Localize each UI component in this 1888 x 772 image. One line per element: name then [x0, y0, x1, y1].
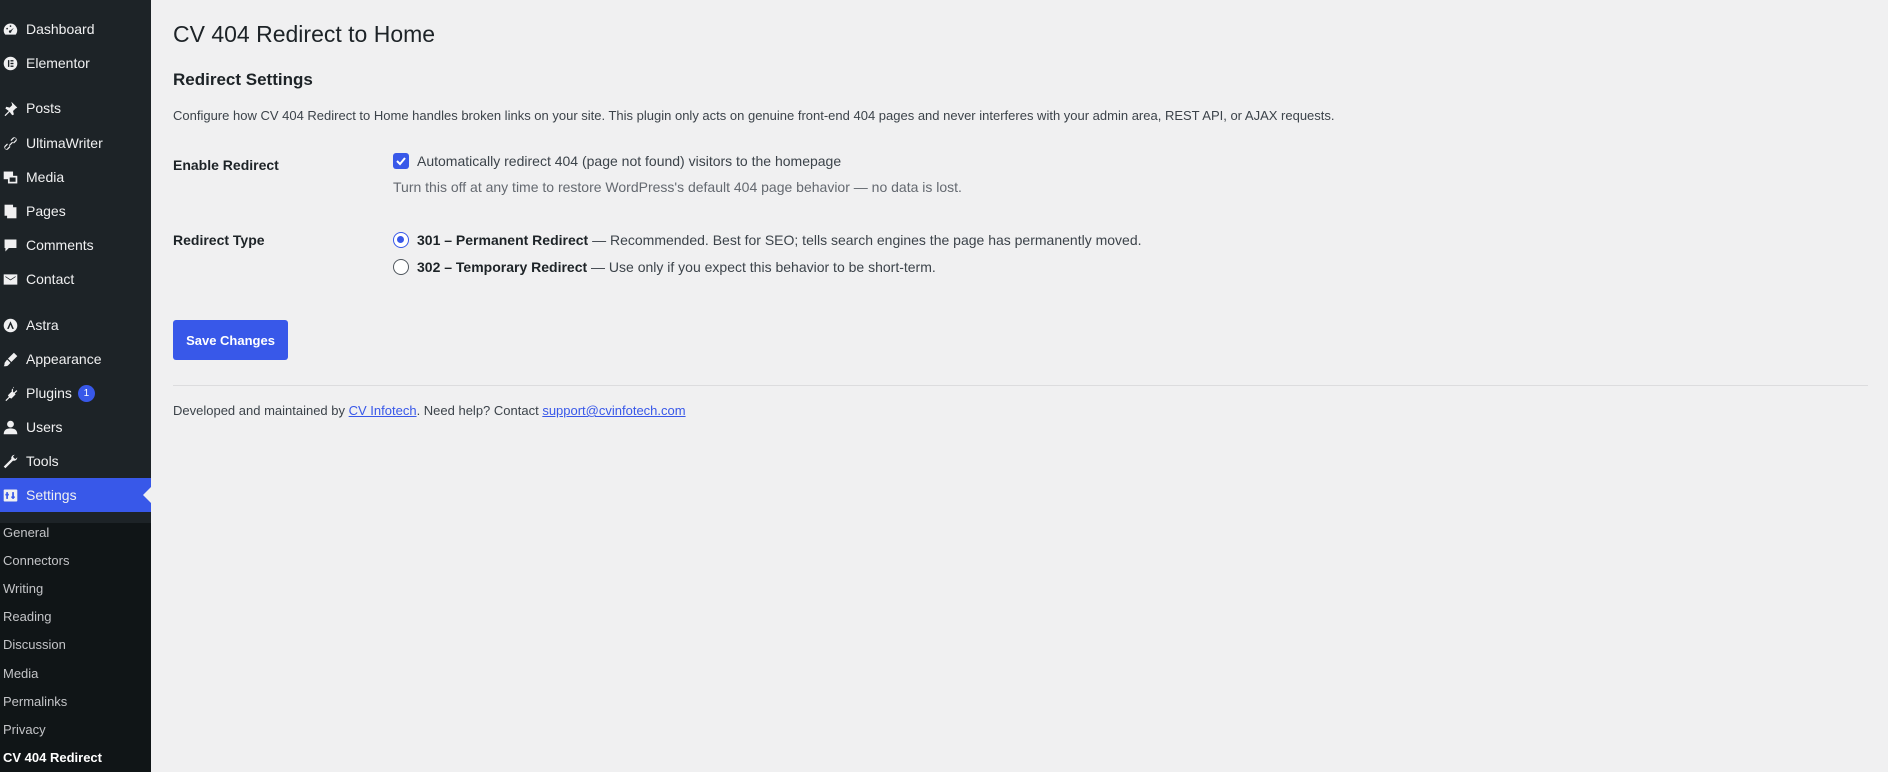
enable-redirect-checkbox-label[interactable]: Automatically redirect 404 (page not fou…	[417, 153, 841, 169]
submenu-item-general[interactable]: General	[3, 525, 49, 540]
admin-sidebar: Dashboard Elementor Posts UltimaWriter M…	[0, 0, 151, 772]
redirect-option-302: 302 – Temporary Redirect — Use only if y…	[393, 259, 936, 275]
pin-icon	[0, 91, 26, 125]
submenu-item-discussion[interactable]: Discussion	[3, 637, 66, 652]
save-changes-button[interactable]: Save Changes	[173, 320, 288, 360]
settings-submenu: General Connectors Writing Reading Discu…	[0, 523, 151, 772]
page-title: CV 404 Redirect to Home	[173, 21, 436, 47]
enable-redirect-checkbox[interactable]	[393, 153, 409, 169]
sidebar-item-dashboard[interactable]: Dashboard	[0, 12, 151, 46]
submenu-item-writing[interactable]: Writing	[3, 581, 43, 596]
footer-prefix: Developed and maintained by	[173, 403, 349, 418]
redirect-302-label[interactable]: 302 – Temporary Redirect — Use only if y…	[417, 259, 936, 275]
sidebar-item-label: Comments	[26, 237, 94, 253]
sidebar-item-label: Elementor	[26, 55, 90, 71]
sidebar-item-label: Users	[26, 419, 63, 435]
link-icon	[0, 126, 26, 160]
sidebar-item-label: Contact	[26, 271, 75, 287]
submenu-item-cv-404-redirect[interactable]: CV 404 Redirect	[3, 750, 102, 765]
enable-redirect-description: Turn this off at any time to restore Wor…	[393, 179, 962, 195]
sidebar-item-elementor[interactable]: Elementor	[0, 46, 151, 80]
intro-description: Configure how CV 404 Redirect to Home ha…	[173, 108, 1335, 123]
submenu-item-permalinks[interactable]: Permalinks	[3, 694, 67, 709]
sidebar-item-label: Appearance	[26, 351, 102, 367]
redirect-option-301: 301 – Permanent Redirect — Recommended. …	[393, 232, 1142, 248]
sidebar-item-media[interactable]: Media	[0, 160, 151, 194]
redirect-302-radio[interactable]	[393, 259, 409, 275]
sidebar-item-appearance[interactable]: Appearance	[0, 342, 151, 376]
checkmark-icon	[396, 157, 406, 166]
sidebar-item-label: UltimaWriter	[26, 135, 103, 151]
sidebar-item-posts[interactable]: Posts	[0, 91, 151, 125]
media-icon	[0, 160, 26, 194]
support-email-link[interactable]: support@cvinfotech.com	[542, 403, 685, 418]
sidebar-item-label: Settings	[26, 487, 77, 503]
pages-icon	[0, 194, 26, 228]
sidebar-item-settings[interactable]: Settings	[0, 478, 151, 512]
sidebar-item-astra[interactable]: Astra	[0, 308, 151, 342]
company-link[interactable]: CV Infotech	[349, 403, 417, 418]
settings-icon	[0, 478, 26, 512]
wrench-icon	[0, 444, 26, 478]
sidebar-item-comments[interactable]: Comments	[0, 228, 151, 262]
redirect-302-title: 302 – Temporary Redirect	[417, 259, 588, 275]
elementor-icon	[0, 46, 26, 80]
sidebar-item-contact[interactable]: Contact	[0, 262, 151, 296]
enable-redirect-field: Automatically redirect 404 (page not fou…	[393, 153, 841, 169]
user-icon	[0, 410, 26, 444]
sidebar-item-label: Tools	[26, 453, 59, 469]
redirect-301-description: — Recommended. Best for SEO; tells searc…	[588, 232, 1142, 248]
sidebar-item-users[interactable]: Users	[0, 410, 151, 444]
redirect-301-radio[interactable]	[393, 232, 409, 248]
brush-icon	[0, 342, 26, 376]
sidebar-item-ultimawriter[interactable]: UltimaWriter	[0, 126, 151, 160]
sidebar-item-label: Pages	[26, 203, 66, 219]
mail-icon	[0, 262, 26, 296]
sidebar-item-label: Dashboard	[26, 21, 95, 37]
sidebar-item-label: Astra	[26, 317, 59, 333]
sidebar-item-pages[interactable]: Pages	[0, 194, 151, 228]
redirect-302-description: — Use only if you expect this behavior t…	[587, 259, 936, 275]
astra-icon	[0, 308, 26, 342]
footer-middle: . Need help? Contact	[416, 403, 543, 418]
redirect-301-label[interactable]: 301 – Permanent Redirect — Recommended. …	[417, 232, 1142, 248]
comment-icon	[0, 228, 26, 262]
plugin-icon	[0, 376, 26, 410]
sidebar-item-label: Plugins	[26, 385, 72, 401]
sidebar-item-plugins[interactable]: Plugins 1	[0, 376, 151, 410]
submenu-item-privacy[interactable]: Privacy	[3, 722, 46, 737]
redirect-type-label: Redirect Type	[173, 232, 265, 248]
dashboard-icon	[0, 12, 26, 46]
sidebar-item-label: Posts	[26, 100, 62, 116]
submenu-item-media[interactable]: Media	[3, 666, 38, 681]
enable-redirect-label: Enable Redirect	[173, 157, 279, 173]
footer-divider	[173, 385, 1868, 386]
sidebar-item-label: Media	[26, 169, 65, 185]
footer-text: Developed and maintained by CV Infotech.…	[173, 403, 686, 418]
section-title: Redirect Settings	[173, 70, 313, 89]
submenu-item-connectors[interactable]: Connectors	[3, 553, 69, 568]
update-count-badge: 1	[77, 384, 95, 402]
redirect-301-title: 301 – Permanent Redirect	[417, 232, 589, 248]
sidebar-item-tools[interactable]: Tools	[0, 444, 151, 478]
submenu-item-reading[interactable]: Reading	[3, 609, 51, 624]
